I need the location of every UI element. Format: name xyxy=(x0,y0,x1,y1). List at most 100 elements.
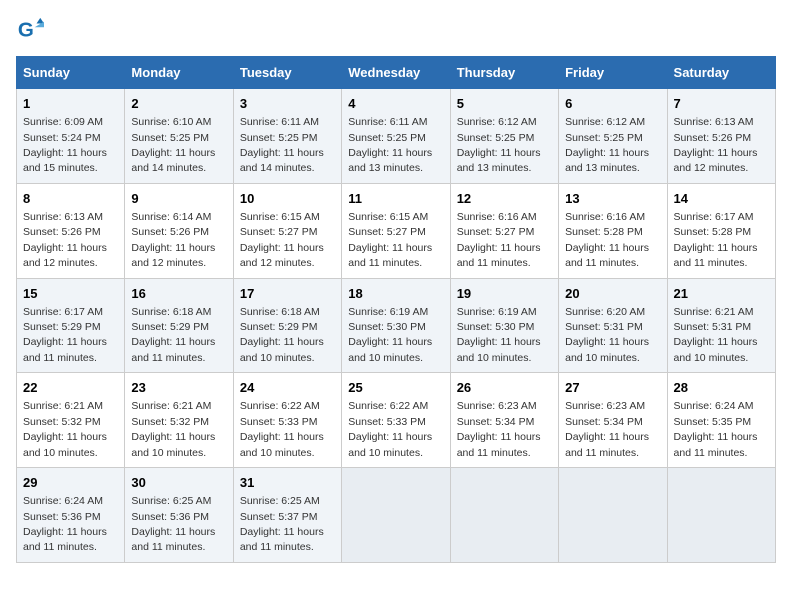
day-cell: 8 Sunrise: 6:13 AMSunset: 5:26 PMDayligh… xyxy=(17,183,125,278)
day-cell: 9 Sunrise: 6:14 AMSunset: 5:26 PMDayligh… xyxy=(125,183,233,278)
day-cell: 26 Sunrise: 6:23 AMSunset: 5:34 PMDaylig… xyxy=(450,373,558,468)
day-number: 2 xyxy=(131,95,226,113)
day-number: 7 xyxy=(674,95,769,113)
day-info: Sunrise: 6:18 AMSunset: 5:29 PMDaylight:… xyxy=(240,306,324,364)
day-number: 4 xyxy=(348,95,443,113)
day-info: Sunrise: 6:10 AMSunset: 5:25 PMDaylight:… xyxy=(131,116,215,174)
col-header-wednesday: Wednesday xyxy=(342,57,450,89)
day-number: 9 xyxy=(131,190,226,208)
week-row-5: 29 Sunrise: 6:24 AMSunset: 5:36 PMDaylig… xyxy=(17,468,776,563)
day-cell xyxy=(450,468,558,563)
col-header-saturday: Saturday xyxy=(667,57,775,89)
day-info: Sunrise: 6:13 AMSunset: 5:26 PMDaylight:… xyxy=(674,116,758,174)
day-cell: 31 Sunrise: 6:25 AMSunset: 5:37 PMDaylig… xyxy=(233,468,341,563)
day-cell: 14 Sunrise: 6:17 AMSunset: 5:28 PMDaylig… xyxy=(667,183,775,278)
week-row-3: 15 Sunrise: 6:17 AMSunset: 5:29 PMDaylig… xyxy=(17,278,776,373)
day-info: Sunrise: 6:24 AMSunset: 5:36 PMDaylight:… xyxy=(23,495,107,553)
day-number: 20 xyxy=(565,285,660,303)
day-info: Sunrise: 6:11 AMSunset: 5:25 PMDaylight:… xyxy=(240,116,324,174)
col-header-sunday: Sunday xyxy=(17,57,125,89)
day-info: Sunrise: 6:12 AMSunset: 5:25 PMDaylight:… xyxy=(565,116,649,174)
day-cell: 25 Sunrise: 6:22 AMSunset: 5:33 PMDaylig… xyxy=(342,373,450,468)
day-cell: 6 Sunrise: 6:12 AMSunset: 5:25 PMDayligh… xyxy=(559,89,667,184)
day-number: 15 xyxy=(23,285,118,303)
logo-icon: G xyxy=(16,16,44,44)
day-cell: 10 Sunrise: 6:15 AMSunset: 5:27 PMDaylig… xyxy=(233,183,341,278)
day-info: Sunrise: 6:25 AMSunset: 5:36 PMDaylight:… xyxy=(131,495,215,553)
day-info: Sunrise: 6:22 AMSunset: 5:33 PMDaylight:… xyxy=(240,400,324,458)
col-header-thursday: Thursday xyxy=(450,57,558,89)
col-header-tuesday: Tuesday xyxy=(233,57,341,89)
day-cell: 3 Sunrise: 6:11 AMSunset: 5:25 PMDayligh… xyxy=(233,89,341,184)
day-number: 8 xyxy=(23,190,118,208)
day-cell: 24 Sunrise: 6:22 AMSunset: 5:33 PMDaylig… xyxy=(233,373,341,468)
day-number: 22 xyxy=(23,379,118,397)
day-info: Sunrise: 6:22 AMSunset: 5:33 PMDaylight:… xyxy=(348,400,432,458)
day-cell: 19 Sunrise: 6:19 AMSunset: 5:30 PMDaylig… xyxy=(450,278,558,373)
day-info: Sunrise: 6:19 AMSunset: 5:30 PMDaylight:… xyxy=(457,306,541,364)
day-number: 3 xyxy=(240,95,335,113)
day-cell: 5 Sunrise: 6:12 AMSunset: 5:25 PMDayligh… xyxy=(450,89,558,184)
day-cell: 4 Sunrise: 6:11 AMSunset: 5:25 PMDayligh… xyxy=(342,89,450,184)
day-number: 23 xyxy=(131,379,226,397)
day-info: Sunrise: 6:18 AMSunset: 5:29 PMDaylight:… xyxy=(131,306,215,364)
day-cell: 29 Sunrise: 6:24 AMSunset: 5:36 PMDaylig… xyxy=(17,468,125,563)
day-cell: 17 Sunrise: 6:18 AMSunset: 5:29 PMDaylig… xyxy=(233,278,341,373)
day-info: Sunrise: 6:15 AMSunset: 5:27 PMDaylight:… xyxy=(348,211,432,269)
day-number: 1 xyxy=(23,95,118,113)
day-info: Sunrise: 6:15 AMSunset: 5:27 PMDaylight:… xyxy=(240,211,324,269)
day-cell: 15 Sunrise: 6:17 AMSunset: 5:29 PMDaylig… xyxy=(17,278,125,373)
day-info: Sunrise: 6:23 AMSunset: 5:34 PMDaylight:… xyxy=(565,400,649,458)
day-cell: 1 Sunrise: 6:09 AMSunset: 5:24 PMDayligh… xyxy=(17,89,125,184)
day-number: 16 xyxy=(131,285,226,303)
day-number: 11 xyxy=(348,190,443,208)
day-cell: 28 Sunrise: 6:24 AMSunset: 5:35 PMDaylig… xyxy=(667,373,775,468)
day-info: Sunrise: 6:23 AMSunset: 5:34 PMDaylight:… xyxy=(457,400,541,458)
week-row-2: 8 Sunrise: 6:13 AMSunset: 5:26 PMDayligh… xyxy=(17,183,776,278)
day-info: Sunrise: 6:19 AMSunset: 5:30 PMDaylight:… xyxy=(348,306,432,364)
day-number: 26 xyxy=(457,379,552,397)
day-number: 12 xyxy=(457,190,552,208)
day-number: 25 xyxy=(348,379,443,397)
day-info: Sunrise: 6:21 AMSunset: 5:32 PMDaylight:… xyxy=(23,400,107,458)
day-cell: 16 Sunrise: 6:18 AMSunset: 5:29 PMDaylig… xyxy=(125,278,233,373)
day-info: Sunrise: 6:25 AMSunset: 5:37 PMDaylight:… xyxy=(240,495,324,553)
day-info: Sunrise: 6:16 AMSunset: 5:27 PMDaylight:… xyxy=(457,211,541,269)
day-number: 18 xyxy=(348,285,443,303)
day-number: 14 xyxy=(674,190,769,208)
day-number: 27 xyxy=(565,379,660,397)
day-info: Sunrise: 6:12 AMSunset: 5:25 PMDaylight:… xyxy=(457,116,541,174)
day-cell xyxy=(559,468,667,563)
day-cell: 12 Sunrise: 6:16 AMSunset: 5:27 PMDaylig… xyxy=(450,183,558,278)
day-cell: 11 Sunrise: 6:15 AMSunset: 5:27 PMDaylig… xyxy=(342,183,450,278)
day-cell: 22 Sunrise: 6:21 AMSunset: 5:32 PMDaylig… xyxy=(17,373,125,468)
day-number: 24 xyxy=(240,379,335,397)
day-cell: 7 Sunrise: 6:13 AMSunset: 5:26 PMDayligh… xyxy=(667,89,775,184)
day-number: 5 xyxy=(457,95,552,113)
day-info: Sunrise: 6:20 AMSunset: 5:31 PMDaylight:… xyxy=(565,306,649,364)
day-cell: 23 Sunrise: 6:21 AMSunset: 5:32 PMDaylig… xyxy=(125,373,233,468)
day-cell: 2 Sunrise: 6:10 AMSunset: 5:25 PMDayligh… xyxy=(125,89,233,184)
day-number: 6 xyxy=(565,95,660,113)
week-row-4: 22 Sunrise: 6:21 AMSunset: 5:32 PMDaylig… xyxy=(17,373,776,468)
day-info: Sunrise: 6:24 AMSunset: 5:35 PMDaylight:… xyxy=(674,400,758,458)
day-number: 10 xyxy=(240,190,335,208)
calendar-table: SundayMondayTuesdayWednesdayThursdayFrid… xyxy=(16,56,776,563)
day-cell: 27 Sunrise: 6:23 AMSunset: 5:34 PMDaylig… xyxy=(559,373,667,468)
day-info: Sunrise: 6:21 AMSunset: 5:31 PMDaylight:… xyxy=(674,306,758,364)
logo: G xyxy=(16,16,48,44)
day-number: 13 xyxy=(565,190,660,208)
header: G xyxy=(16,16,776,44)
day-info: Sunrise: 6:09 AMSunset: 5:24 PMDaylight:… xyxy=(23,116,107,174)
day-info: Sunrise: 6:17 AMSunset: 5:29 PMDaylight:… xyxy=(23,306,107,364)
day-cell: 20 Sunrise: 6:20 AMSunset: 5:31 PMDaylig… xyxy=(559,278,667,373)
day-number: 30 xyxy=(131,474,226,492)
week-row-1: 1 Sunrise: 6:09 AMSunset: 5:24 PMDayligh… xyxy=(17,89,776,184)
svg-text:G: G xyxy=(18,19,34,42)
day-number: 28 xyxy=(674,379,769,397)
col-header-friday: Friday xyxy=(559,57,667,89)
day-number: 21 xyxy=(674,285,769,303)
day-number: 31 xyxy=(240,474,335,492)
day-number: 19 xyxy=(457,285,552,303)
day-info: Sunrise: 6:13 AMSunset: 5:26 PMDaylight:… xyxy=(23,211,107,269)
